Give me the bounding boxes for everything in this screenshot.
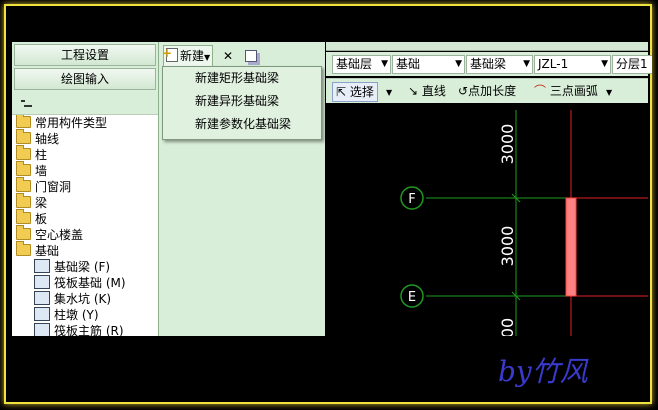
raft-rebar-icon [34,323,50,337]
menu-item-new-parametric-beam[interactable]: 新建参数化基础梁 [163,113,321,136]
new-icon [162,43,178,63]
dimension-text: 00 [498,318,517,336]
menu-item-new-rect-beam[interactable]: 新建矩形基础梁 [163,67,321,90]
tree-item-hollow-floor[interactable]: 空心楼盖 [12,225,158,243]
tree-item-sump-pit[interactable]: 集水坑 (K) [12,291,158,307]
cursor-icon: ⇱ [336,85,347,99]
foundation-beam-icon [34,259,50,273]
open-folder-icon [16,241,31,256]
layer-split-combo[interactable]: 分层1 [612,55,652,74]
dropdown-arrow-icon: ▼ [523,59,530,69]
folder-icon [16,115,31,128]
column-pier-icon [34,307,50,321]
axis-label-F: F [408,192,415,207]
dimension-text: 3000 [498,124,517,165]
left-panel: 工程设置 绘图输入 常用构件类型 轴线 柱 墙 门窗洞 梁 板 空心楼盖 基础 … [12,42,159,337]
folder-icon [16,161,31,176]
menu-item-new-irregular-beam[interactable]: 新建异形基础梁 [163,90,321,113]
new-dropdown-menu: 新建矩形基础梁 新建异形基础梁 新建参数化基础梁 [162,66,322,140]
tree-item-foundation-beam[interactable]: 基础梁 (F) [12,259,158,275]
tree-item-wall[interactable]: 墙 [12,161,158,179]
top-black-band [12,10,648,42]
folder-icon [16,209,31,224]
tree-item-raft-rebar[interactable]: 筏板主筋 (R) [12,323,158,337]
axis-label-E: E [408,290,416,305]
select-button[interactable]: ⇱ 选择 [332,82,378,102]
screenshot-frame: 工程设置 绘图输入 常用构件类型 轴线 柱 墙 门窗洞 梁 板 空心楼盖 基础 … [0,0,658,410]
dropdown-arrow-icon: ▼ [601,59,608,69]
tree-item-column-pier[interactable]: 柱墩 (Y) [12,307,158,323]
drawing-input-button[interactable]: 绘图输入 [14,68,156,90]
category-combo[interactable]: 基础 ▼ [392,55,465,74]
top-toolbar-clipped [326,42,648,51]
tree-item-foundation[interactable]: 基础 [12,241,158,259]
component-toolbar: 新建▼ ✕ [159,42,325,68]
tree-item-common[interactable]: 常用构件类型 [12,115,158,131]
tree-item-slab[interactable]: 板 [12,209,158,227]
folder-icon [16,177,31,192]
copy-icon[interactable] [244,49,257,62]
component-name-combo[interactable]: JZL-1 ▼ [534,55,611,74]
chevron-down-icon: ▼ [386,88,393,97]
point-length-button[interactable]: ↺点加长度 [458,82,516,100]
dropdown-arrow-icon: ▼ [381,59,388,69]
chevron-down-icon: ▼ [204,52,211,62]
tree-item-openings[interactable]: 门窗洞 [12,177,158,195]
cad-area: 基础层 ▼ 基础 ▼ 基础梁 ▼ JZL-1 ▼ 分层1 ⇱ 选择 ▼ ↘ 直线 ↺点加… [326,42,652,338]
new-button[interactable]: 新建▼ [162,43,214,67]
tree-item-column[interactable]: 柱 [12,145,158,163]
dimension-text: 3000 [498,226,517,267]
arc-icon: ⌒ [534,84,547,98]
foundation-beam-shape [565,197,577,297]
folder-icon [16,225,31,240]
chevron-down-icon: ▼ [606,88,613,97]
select-dropdown-arrow[interactable]: ▼ [386,82,392,100]
drawing-canvas[interactable]: F E 3000 3000 00 [326,110,648,338]
tree-item-axis[interactable]: 轴线 [12,129,158,147]
folder-icon [16,129,31,144]
project-settings-button[interactable]: 工程设置 [14,44,156,66]
collapse-icon[interactable] [18,96,34,112]
floor-combo[interactable]: 基础层 ▼ [332,55,391,74]
folder-icon [16,193,31,208]
arc-dropdown-arrow[interactable]: ▼ [606,82,612,100]
sump-pit-icon [34,291,50,305]
delete-icon[interactable]: ✕ [223,43,233,69]
raft-foundation-icon [34,275,50,289]
layer-toolbar: 基础层 ▼ 基础 ▼ 基础梁 ▼ JZL-1 ▼ 分层1 [326,52,652,76]
tree-item-beam[interactable]: 梁 [12,193,158,211]
tree-item-raft-foundation[interactable]: 筏板基础 (M) [12,275,158,291]
component-tree: 常用构件类型 轴线 柱 墙 门窗洞 梁 板 空心楼盖 基础 基础梁 (F) 筏板… [12,114,158,337]
folder-icon [16,145,31,160]
watermark-signature: by竹风 [498,355,588,388]
cad-drawing: F E 3000 3000 00 [400,110,648,338]
component-type-combo[interactable]: 基础梁 ▼ [466,55,533,74]
three-point-arc-button[interactable]: ⌒ 三点画弧 [534,82,598,100]
draw-toolbar: ⇱ 选择 ▼ ↘ 直线 ↺点加长度 ⌒ 三点画弧 ▼ [326,78,648,103]
dropdown-arrow-icon: ▼ [455,59,462,69]
line-icon: ↘ [408,84,419,98]
point-length-icon: ↺ [458,84,469,98]
line-button[interactable]: ↘ 直线 [408,82,446,100]
